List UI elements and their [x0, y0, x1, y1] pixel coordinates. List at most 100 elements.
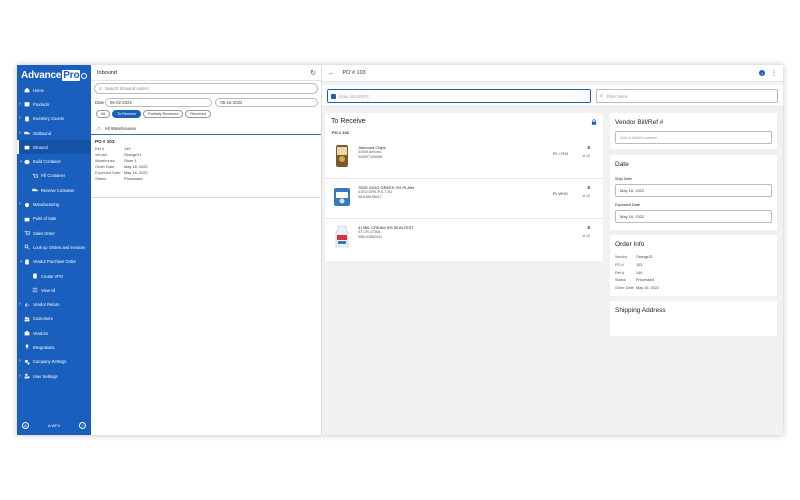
sidebar-item-label: Manufacturing [33, 202, 59, 208]
barcode-icon [331, 93, 336, 99]
sidebar-item-products[interactable]: › Products [17, 97, 91, 111]
ship-date-field[interactable]: May 16, 2022 [615, 184, 772, 197]
item-sku: IOGO-GRK-P-0-7 5G [358, 190, 393, 194]
detail-title: PO # 103 [342, 70, 366, 76]
product-image-cream [335, 225, 349, 248]
detail-topbar: ← PO # 103 i ⋮ [322, 65, 783, 82]
search-placeholder: Search Inbound orders [104, 86, 149, 91]
receive-item[interactable]: 473ML CREAM 5% SEALTEST ST-CR-473ML 0561… [325, 219, 603, 259]
sidebar-item-label: Look up Orders and Invoices [33, 244, 86, 250]
date-from-field[interactable]: 05-02-2022 [104, 97, 213, 107]
info-icon[interactable]: i [759, 70, 765, 76]
to-receive-title: To Receive [331, 118, 366, 125]
sidebar-item-manufacturing[interactable]: › Manufacturing [17, 197, 91, 211]
warehouse-selector[interactable]: ⌂ All Warehouses [91, 123, 321, 135]
sidebar-item-label: Company Settings [33, 359, 67, 365]
shipping-address-title: Shipping Address [615, 307, 666, 314]
search-icon: ⌕ [99, 85, 102, 92]
order-card[interactable]: PO # 103 Ref # 149 Vendor Orange21 Warehouse… [91, 135, 321, 198]
chevron-icon: ⌄ [19, 258, 24, 265]
filter-chip-to-receive[interactable]: To Receive [112, 110, 142, 118]
sidebar: Advance Pro Home › Products › Inventory Count… [17, 65, 91, 435]
sidebar-item-receive-container[interactable]: Receive Container [17, 183, 91, 197]
item-qty: 0 [587, 145, 590, 150]
order-field-label: Warehouse [95, 158, 115, 164]
item-of: of 10 [582, 234, 590, 238]
sidebar-item-outbound[interactable]: › Outbound [17, 126, 91, 140]
sidebar-footer: A d-WFX ? [17, 419, 91, 431]
vendor-bill-input[interactable]: Add a bill/ref number [615, 131, 772, 144]
sidebar-item-inbound[interactable]: Inbound [17, 140, 91, 155]
sidebar-item-label: User Settings [33, 373, 58, 379]
order-info-label: PO # [615, 262, 624, 267]
sidebar-item-sales-order[interactable]: Sales Order [17, 226, 91, 240]
sidebar-item-label: Vendor Return [33, 302, 60, 308]
logo-pro: Pro [62, 70, 81, 81]
expected-date-label: Expected Date [615, 203, 640, 207]
sidebar-item-create-vpo[interactable]: Create VPO [17, 269, 91, 283]
filter-chip-partially-received[interactable]: Partially Received [143, 110, 184, 118]
sidebar-item-label: Integrations [33, 344, 55, 350]
item-qty: 0 [587, 185, 590, 190]
date-range: Date 05-02-2022 05-16-2022 [95, 97, 318, 107]
refresh-icon[interactable]: ↻ [310, 69, 316, 77]
order-info-value: 103 [636, 262, 643, 267]
sidebar-item-user-settings[interactable]: › User Settings [17, 369, 91, 383]
date-to-field[interactable]: 05-16-2022 [215, 97, 318, 107]
order-info-label: Status [615, 278, 626, 283]
scan-placeholder: Scan SKU/UPC [339, 93, 370, 99]
sidebar-item-integrations[interactable]: Integrations [17, 340, 91, 354]
filter-chip-all[interactable]: All [96, 110, 111, 118]
back-arrow-icon[interactable]: ← [328, 70, 335, 77]
order-info-field: Ref # 149 [615, 271, 642, 275]
vendor-bill-title: Vendor Bill/Ref # [615, 119, 664, 126]
inbound-search-input[interactable]: ⌕ Search Inbound orders [94, 83, 318, 94]
filter-input[interactable]: ⌕ Filter items [596, 89, 778, 103]
sidebar-item-label: Sales Order [33, 230, 55, 236]
sidebar-item-build-container[interactable]: ⌄ Build Container [17, 154, 91, 168]
lock-icon[interactable] [591, 119, 597, 125]
item-of: of 10 [582, 194, 590, 198]
sidebar-item-label: Vendor Purchase Order [33, 259, 77, 265]
sidebar-item-point-of-sale[interactable]: Point of Sale [17, 212, 91, 226]
more-menu-icon[interactable]: ⋮ [771, 70, 777, 77]
sidebar-item-vendor-return[interactable]: › Vendor Return [17, 297, 91, 311]
filter-chip-received[interactable]: Received [185, 110, 212, 118]
sidebar-item-home[interactable]: Home [17, 83, 91, 97]
inbound-panel: Inbound ↻ ⌕ Search Inbound orders Date 0… [91, 65, 322, 435]
clipboard-icon [24, 116, 30, 122]
chevron-icon: › [19, 115, 21, 122]
expected-date-field[interactable]: May 16, 2022 [615, 210, 772, 223]
store-icon [24, 216, 30, 222]
sidebar-item-label: Receive Container [41, 187, 75, 193]
order-info-field: Vendor Orange21 [615, 255, 653, 259]
sidebar-item-look-up-orders-and-invoices[interactable]: Look up Orders and Invoices [17, 240, 91, 254]
user-avatar[interactable]: A [22, 421, 29, 429]
status-filter-chips: All To Receive Partially Received Received [96, 110, 321, 119]
sidebar-item-inventory-counts[interactable]: › Inventory Counts [17, 112, 91, 126]
order-info-value: Orange21 [636, 255, 653, 259]
cube-icon [24, 159, 30, 165]
item-sku: ST-CR-473ML [358, 230, 381, 234]
receive-item[interactable]: 750G IOGO GREEK 0% PLAIN IOGO-GRK-P-0-7 … [325, 179, 603, 219]
sidebar-item-company-settings[interactable]: › Company Settings [17, 355, 91, 369]
receive-item[interactable]: Jinbound Chips 01949 Armond 042007105098… [325, 139, 603, 179]
sidebar-item-customers[interactable]: Customers [17, 312, 91, 326]
filter-search-icon: ⌕ [600, 93, 603, 99]
order-info-value: 149 [636, 270, 643, 275]
chevron-icon: › [19, 100, 21, 107]
plug-icon [24, 344, 30, 350]
chevron-icon: › [19, 301, 21, 308]
sidebar-item-fill-container[interactable]: Fill Container [17, 169, 91, 183]
sidebar-item-vendors[interactable]: Vendors [17, 326, 91, 340]
sidebar-item-view-all[interactable]: View All [17, 283, 91, 297]
sidebar-item-vendor-purchase-order[interactable]: ⌄ Vendor Purchase Order [17, 255, 91, 269]
users-icon [24, 316, 30, 322]
sidebar-item-label: Point of Sale [33, 216, 57, 222]
help-icon[interactable]: ? [78, 421, 86, 429]
order-field-value: May 16, 2022 [124, 170, 148, 175]
scan-input[interactable]: Scan SKU/UPC [327, 89, 591, 103]
logo-text: Advance [21, 70, 62, 81]
product-image-chips [336, 145, 348, 167]
date-label: Date [95, 99, 105, 105]
